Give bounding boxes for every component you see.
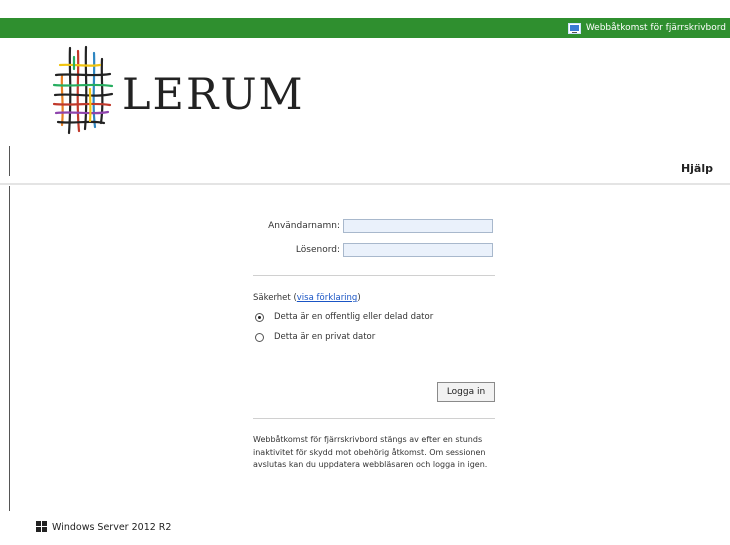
session-notice: Webbåtkomst för fjärrskrivbord stängs av…: [253, 435, 488, 469]
radio-public-button[interactable]: [255, 312, 264, 322]
footer-text: Windows Server 2012 R2: [52, 521, 172, 533]
windows-logo-icon: [36, 521, 48, 533]
header-divider: [0, 183, 730, 185]
radio-private-row[interactable]: Detta är en privat dator: [255, 332, 375, 342]
radio-public-label[interactable]: Detta är en offentlig eller delad dator: [274, 312, 433, 322]
form-separator-bottom: [253, 418, 495, 419]
top-bar: Webbåtkomst för fjärrskrivbord: [0, 18, 730, 38]
topbar-title-text: Webbåtkomst för fjärrskrivbord: [585, 23, 726, 33]
form-separator-top: [253, 275, 495, 276]
lerum-logo-icon: [52, 45, 114, 135]
radio-private-label[interactable]: Detta är en privat dator: [274, 332, 375, 342]
password-label: Lösenord:: [295, 245, 340, 255]
security-explanation-link[interactable]: visa förklaring: [297, 293, 358, 303]
username-input[interactable]: [343, 219, 493, 233]
username-label: Användarnamn:: [268, 221, 340, 231]
password-row: Lösenord:: [230, 242, 495, 258]
help-link[interactable]: Hjälp: [681, 162, 713, 175]
login-button[interactable]: Logga in: [437, 382, 495, 402]
brand-name: LERUM: [122, 70, 305, 120]
password-input[interactable]: [343, 243, 493, 257]
footer: Windows Server 2012 R2: [36, 521, 171, 533]
left-border-main: [9, 186, 10, 511]
security-label: Säkerhet (: [253, 293, 297, 303]
radio-private-button[interactable]: [255, 332, 264, 342]
left-border-top: [9, 146, 10, 176]
topbar-title: Webbåtkomst för fjärrskrivbord: [567, 20, 726, 36]
security-label-end: ): [357, 293, 361, 303]
radio-public-row[interactable]: Detta är en offentlig eller delad dator: [255, 312, 433, 322]
username-row: Användarnamn:: [230, 218, 495, 234]
remote-desktop-icon: [567, 22, 581, 34]
security-heading: Säkerhet (visa förklaring): [253, 293, 361, 303]
